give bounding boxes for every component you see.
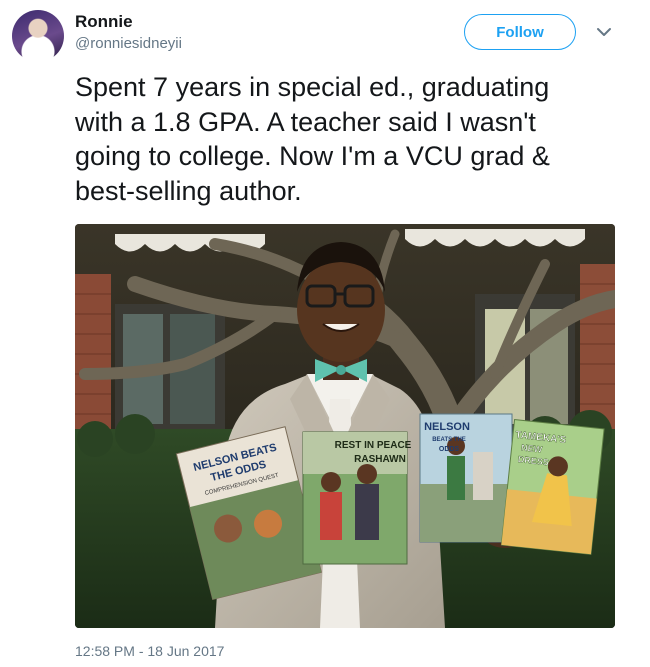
follow-button[interactable]: Follow	[464, 14, 576, 50]
book-2-title-line2: RASHAWN	[354, 454, 406, 465]
book-cover-4: TAMEKA'S NEW DRESS	[500, 419, 605, 555]
book-3-title-line1: NELSON	[424, 421, 470, 433]
book-cover-3: NELSON BEATS THE ODDS	[419, 413, 513, 543]
book-3-title-line2: BEATS THE	[432, 437, 466, 443]
tweet-timestamp[interactable]: 12:58 PM - 18 Jun 2017	[75, 643, 224, 659]
tweet-photo[interactable]: NELSON BEATS THE ODDS COMPREHENSION QUES…	[75, 224, 615, 628]
book-3-title-line3: ODDS	[439, 446, 460, 453]
tweet-text: Spent 7 years in special ed., graduating…	[75, 72, 550, 206]
book-cover-2: REST IN PEACE RASHAWN	[302, 431, 412, 565]
author-name[interactable]: Ronnie	[75, 12, 133, 32]
avatar[interactable]	[12, 10, 64, 62]
chevron-down-icon[interactable]	[594, 22, 614, 42]
photo-scene: NELSON BEATS THE ODDS COMPREHENSION QUES…	[75, 224, 615, 628]
author-handle[interactable]: @ronniesidneyii	[75, 35, 182, 52]
book-2-title-line1: REST IN PEACE	[335, 440, 412, 451]
